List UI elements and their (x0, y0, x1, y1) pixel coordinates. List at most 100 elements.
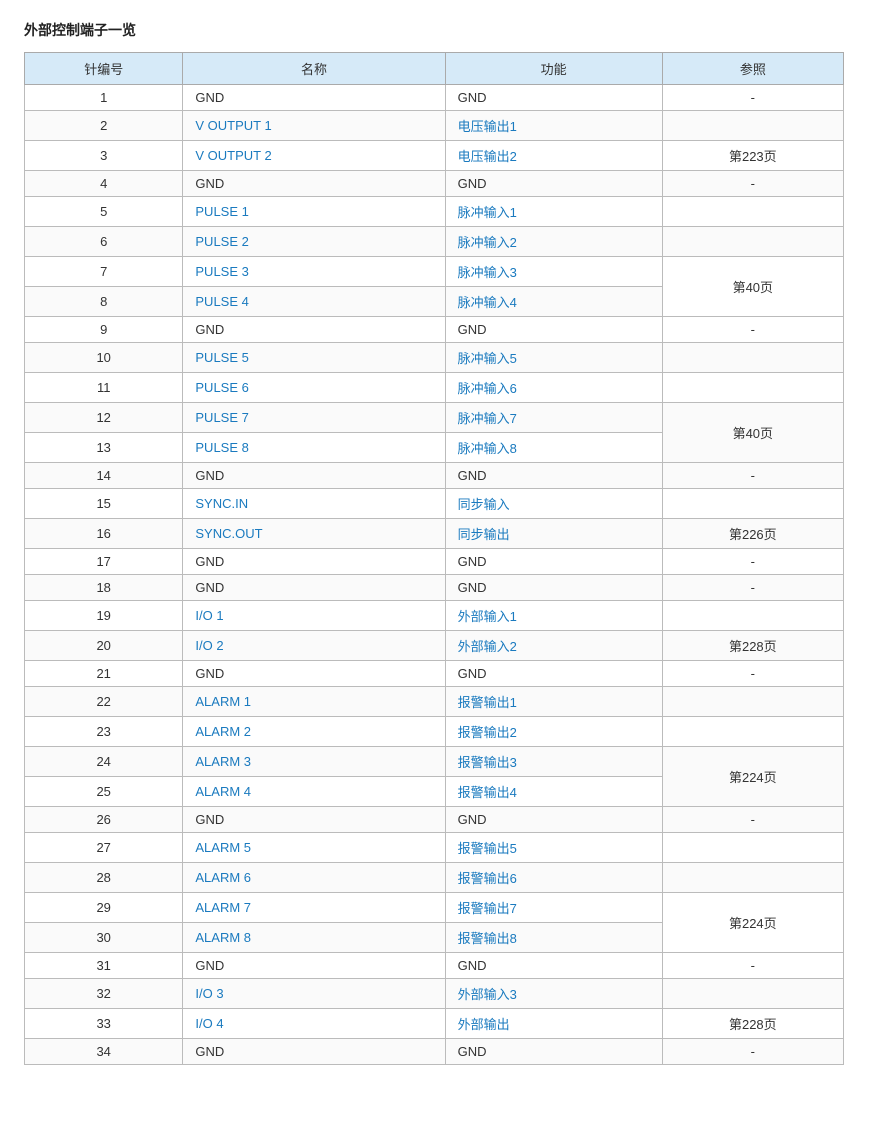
cell-ref: 第228页 (662, 631, 843, 661)
table-row: 16SYNC.OUT同步输出第226页 (25, 519, 844, 549)
cell-ref: 第223页 (662, 141, 843, 171)
table-row: 28ALARM 6报警输出6 (25, 863, 844, 893)
table-row: 6PULSE 2脉冲输入2 (25, 227, 844, 257)
cell-pin: 26 (25, 807, 183, 833)
table-row: 3V OUTPUT 2电压输出2第223页 (25, 141, 844, 171)
table-row: 32I/O 3外部输入3 (25, 979, 844, 1009)
cell-name: GND (183, 953, 445, 979)
cell-ref (662, 687, 843, 717)
table-row: 9GNDGND- (25, 317, 844, 343)
cell-name: ALARM 8 (183, 923, 445, 953)
cell-name: ALARM 5 (183, 833, 445, 863)
cell-name: SYNC.IN (183, 489, 445, 519)
table-row: 29ALARM 7报警输出7第224页 (25, 893, 844, 923)
table-row: 23ALARM 2报警输出2 (25, 717, 844, 747)
cell-pin: 3 (25, 141, 183, 171)
cell-ref (662, 717, 843, 747)
cell-pin: 12 (25, 403, 183, 433)
cell-func: GND (445, 661, 662, 687)
table-row: 21GNDGND- (25, 661, 844, 687)
cell-ref (662, 833, 843, 863)
cell-func: 脉冲输入8 (445, 433, 662, 463)
table-row: 11PULSE 6脉冲输入6 (25, 373, 844, 403)
terminal-table: 针编号 名称 功能 参照 1GNDGND-2V OUTPUT 1电压输出13V … (24, 52, 844, 1065)
table-row: 5PULSE 1脉冲输入1 (25, 197, 844, 227)
cell-ref (662, 863, 843, 893)
cell-name: GND (183, 85, 445, 111)
cell-pin: 22 (25, 687, 183, 717)
cell-ref (662, 979, 843, 1009)
cell-func: GND (445, 85, 662, 111)
cell-pin: 9 (25, 317, 183, 343)
cell-func: 电压输出2 (445, 141, 662, 171)
cell-ref: 第226页 (662, 519, 843, 549)
col-header-pin: 针编号 (25, 53, 183, 85)
table-row: 31GNDGND- (25, 953, 844, 979)
cell-ref: - (662, 661, 843, 687)
cell-pin: 20 (25, 631, 183, 661)
cell-name: V OUTPUT 1 (183, 111, 445, 141)
col-header-ref: 参照 (662, 53, 843, 85)
table-row: 1GNDGND- (25, 85, 844, 111)
cell-func: GND (445, 575, 662, 601)
cell-name: GND (183, 463, 445, 489)
table-row: 27ALARM 5报警输出5 (25, 833, 844, 863)
cell-name: ALARM 3 (183, 747, 445, 777)
col-header-func: 功能 (445, 53, 662, 85)
cell-func: 脉冲输入4 (445, 287, 662, 317)
cell-ref (662, 601, 843, 631)
cell-func: 报警输出1 (445, 687, 662, 717)
cell-pin: 4 (25, 171, 183, 197)
cell-name: ALARM 2 (183, 717, 445, 747)
cell-name: PULSE 6 (183, 373, 445, 403)
cell-ref: - (662, 549, 843, 575)
cell-pin: 32 (25, 979, 183, 1009)
cell-name: I/O 2 (183, 631, 445, 661)
cell-ref: - (662, 463, 843, 489)
cell-name: GND (183, 807, 445, 833)
cell-name: GND (183, 549, 445, 575)
page-title: 外部控制端子一览 (24, 20, 852, 40)
cell-ref: 第224页 (662, 747, 843, 807)
table-row: 10PULSE 5脉冲输入5 (25, 343, 844, 373)
cell-func: 外部输入2 (445, 631, 662, 661)
cell-func: 脉冲输入5 (445, 343, 662, 373)
cell-ref (662, 227, 843, 257)
cell-pin: 7 (25, 257, 183, 287)
cell-name: PULSE 2 (183, 227, 445, 257)
cell-name: GND (183, 171, 445, 197)
cell-name: PULSE 3 (183, 257, 445, 287)
cell-name: GND (183, 575, 445, 601)
table-row: 24ALARM 3报警输出3第224页 (25, 747, 844, 777)
cell-pin: 24 (25, 747, 183, 777)
cell-pin: 23 (25, 717, 183, 747)
cell-name: PULSE 8 (183, 433, 445, 463)
cell-func: 脉冲输入3 (445, 257, 662, 287)
cell-name: ALARM 6 (183, 863, 445, 893)
cell-func: 报警输出3 (445, 747, 662, 777)
cell-func: 电压输出1 (445, 111, 662, 141)
table-row: 34GNDGND- (25, 1039, 844, 1065)
cell-ref: - (662, 1039, 843, 1065)
cell-pin: 27 (25, 833, 183, 863)
cell-func: GND (445, 171, 662, 197)
cell-ref: - (662, 575, 843, 601)
cell-func: GND (445, 549, 662, 575)
cell-name: ALARM 4 (183, 777, 445, 807)
cell-pin: 14 (25, 463, 183, 489)
table-row: 12PULSE 7脉冲输入7第40页 (25, 403, 844, 433)
table-row: 17GNDGND- (25, 549, 844, 575)
cell-func: GND (445, 807, 662, 833)
cell-func: 报警输出5 (445, 833, 662, 863)
cell-ref: 第40页 (662, 403, 843, 463)
cell-ref: - (662, 807, 843, 833)
cell-pin: 21 (25, 661, 183, 687)
cell-name: GND (183, 1039, 445, 1065)
cell-pin: 1 (25, 85, 183, 111)
cell-func: 脉冲输入2 (445, 227, 662, 257)
cell-pin: 5 (25, 197, 183, 227)
cell-pin: 18 (25, 575, 183, 601)
table-row: 19I/O 1外部输入1 (25, 601, 844, 631)
col-header-name: 名称 (183, 53, 445, 85)
cell-func: GND (445, 1039, 662, 1065)
